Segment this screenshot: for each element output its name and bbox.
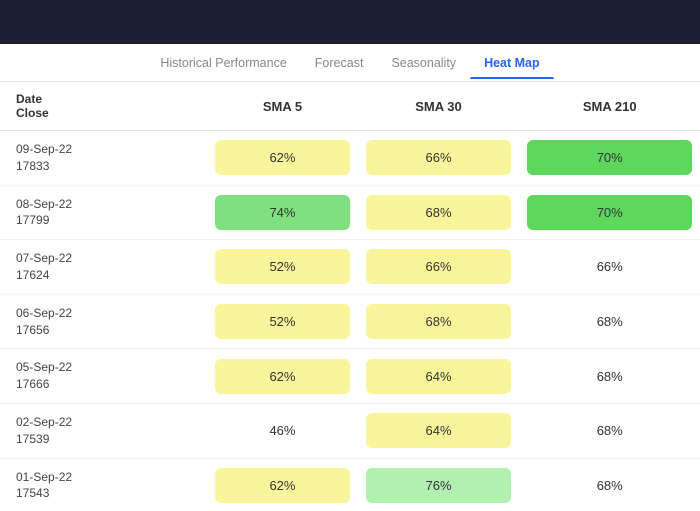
sma210-cell: 68% — [519, 294, 700, 349]
table-row: 08-Sep-221779974%68%70% — [0, 185, 700, 240]
sma30-cell: 76% — [358, 458, 520, 511]
sma5-cell: 46% — [207, 403, 357, 458]
date-cell: 09-Sep-2217833 — [0, 131, 207, 186]
page-header — [0, 0, 700, 44]
sma5-cell: 52% — [207, 240, 357, 295]
date-cell: 08-Sep-2217799 — [0, 185, 207, 240]
heat-map-table-container[interactable]: DateClose SMA 5 SMA 30 SMA 210 09-Sep-22… — [0, 82, 700, 511]
sma210-cell: 70% — [519, 185, 700, 240]
table-row: 01-Sep-221754362%76%68% — [0, 458, 700, 511]
tab-seasonality[interactable]: Seasonality — [377, 48, 470, 78]
date-cell: 01-Sep-2217543 — [0, 458, 207, 511]
sma30-cell: 64% — [358, 403, 520, 458]
tab-bar: Historical PerformanceForecastSeasonalit… — [0, 44, 700, 82]
sma210-cell: 66% — [519, 240, 700, 295]
sma5-cell: 74% — [207, 185, 357, 240]
tab-forecast[interactable]: Forecast — [301, 48, 378, 78]
table-row: 05-Sep-221766662%64%68% — [0, 349, 700, 404]
sma30-cell: 68% — [358, 294, 520, 349]
table-row: 09-Sep-221783362%66%70% — [0, 131, 700, 186]
sma30-cell: 66% — [358, 240, 520, 295]
sma5-cell: 52% — [207, 294, 357, 349]
sma210-cell: 68% — [519, 403, 700, 458]
date-cell: 06-Sep-2217656 — [0, 294, 207, 349]
col-header-sma210: SMA 210 — [519, 82, 700, 131]
sma30-cell: 64% — [358, 349, 520, 404]
sma210-cell: 68% — [519, 349, 700, 404]
date-cell: 05-Sep-2217666 — [0, 349, 207, 404]
table-row: 02-Sep-221753946%64%68% — [0, 403, 700, 458]
tab-heatmap[interactable]: Heat Map — [470, 48, 554, 78]
sma5-cell: 62% — [207, 131, 357, 186]
sma210-cell: 68% — [519, 458, 700, 511]
table-row: 06-Sep-221765652%68%68% — [0, 294, 700, 349]
sma5-cell: 62% — [207, 458, 357, 511]
col-header-sma5: SMA 5 — [207, 82, 357, 131]
sma30-cell: 66% — [358, 131, 520, 186]
date-cell: 07-Sep-2217624 — [0, 240, 207, 295]
col-header-sma30: SMA 30 — [358, 82, 520, 131]
sma5-cell: 62% — [207, 349, 357, 404]
heat-map-table: DateClose SMA 5 SMA 30 SMA 210 09-Sep-22… — [0, 82, 700, 511]
table-header-row: DateClose SMA 5 SMA 30 SMA 210 — [0, 82, 700, 131]
sma30-cell: 68% — [358, 185, 520, 240]
sma210-cell: 70% — [519, 131, 700, 186]
tab-historical[interactable]: Historical Performance — [146, 48, 300, 78]
col-header-date: DateClose — [0, 82, 207, 131]
table-row: 07-Sep-221762452%66%66% — [0, 240, 700, 295]
date-cell: 02-Sep-2217539 — [0, 403, 207, 458]
